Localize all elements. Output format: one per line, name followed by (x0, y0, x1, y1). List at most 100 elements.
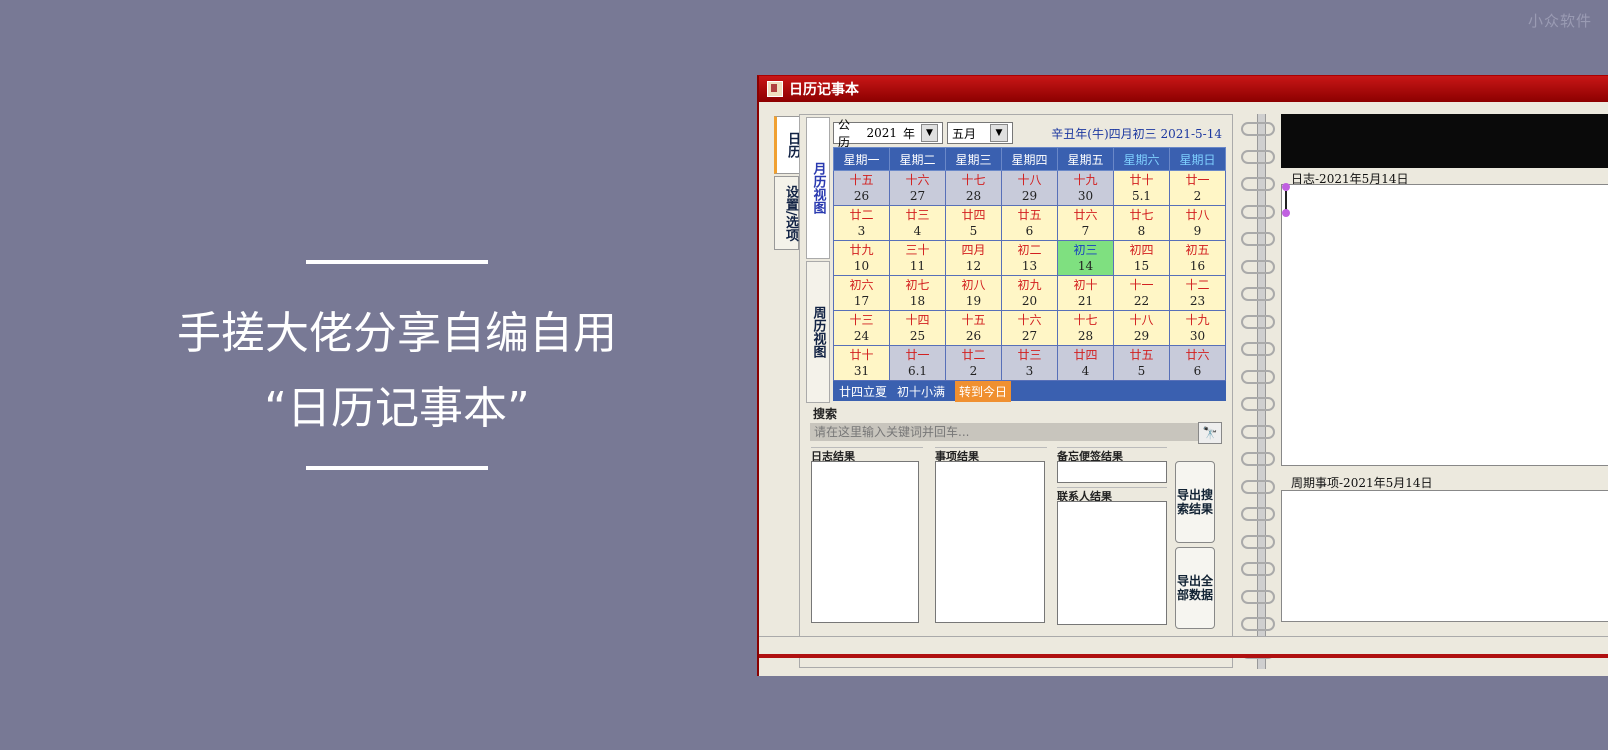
solar-date: 30 (1077, 189, 1094, 203)
chevron-down-icon[interactable]: ▼ (921, 124, 938, 142)
day-cell[interactable]: 初六 17 (833, 275, 890, 311)
binder-ring (1237, 560, 1281, 576)
tab-calendar[interactable]: 日历 (774, 116, 800, 174)
day-cell[interactable]: 廿一 2 (1169, 170, 1226, 206)
day-cell[interactable]: 廿六 6 (1169, 345, 1226, 381)
chevron-down-icon[interactable]: ▼ (990, 124, 1008, 142)
lunar-date: 初九 (1017, 278, 1042, 292)
search-icon[interactable]: 🔭 (1198, 422, 1222, 444)
day-cell[interactable]: 十一 22 (1113, 275, 1170, 311)
day-cell[interactable]: 廿十 5.1 (1113, 170, 1170, 206)
day-cell[interactable]: 四月 12 (945, 240, 1002, 276)
weekday-label: 星期日 (1169, 147, 1226, 171)
day-cell-today[interactable]: 初三 14 (1057, 240, 1114, 276)
day-cell[interactable]: 十四 25 (889, 310, 946, 346)
day-cell[interactable]: 十九 30 (1057, 170, 1114, 206)
day-cell[interactable]: 廿四 5 (945, 205, 1002, 241)
tab-settings[interactable]: 设置/选项 (774, 176, 799, 250)
day-cell[interactable]: 廿八 9 (1169, 205, 1226, 241)
lunar-date: 十五 (961, 313, 986, 327)
selection-handle[interactable] (1282, 183, 1290, 191)
tab-month-view[interactable]: 月历视图 (806, 117, 830, 259)
lunar-date: 十六 (905, 173, 930, 187)
solar-date: 6 (1193, 364, 1202, 378)
day-cell[interactable]: 廿九 10 (833, 240, 890, 276)
day-cell[interactable]: 十七 28 (945, 170, 1002, 206)
weekday-label: 星期一 (833, 147, 890, 171)
day-cell[interactable]: 十五 26 (945, 310, 1002, 346)
day-cell[interactable]: 十三 24 (833, 310, 890, 346)
day-cell[interactable]: 十八 29 (1113, 310, 1170, 346)
ring-loop (1241, 617, 1275, 631)
week-row: 初六 17 初七 18 初八 19 初九 20 初十 21 十一 22 十二 23 (833, 275, 1226, 311)
binder-ring (1237, 313, 1281, 329)
goto-today-button[interactable]: 转到今日 (955, 380, 1012, 402)
ring-loop (1241, 204, 1275, 219)
day-cell[interactable]: 廿五 5 (1113, 345, 1170, 381)
day-cell[interactable]: 初九 20 (1001, 275, 1058, 311)
day-cell[interactable]: 廿三 4 (889, 205, 946, 241)
day-cell[interactable]: 廿三 3 (1001, 345, 1058, 381)
year-select[interactable]: 公历 2021 年 ▼ (833, 118, 943, 149)
notes-area: 日志-2021年5月14日 周期事项-2021年5月14日 (1281, 114, 1608, 669)
lunar-date: 十五 (849, 173, 874, 187)
day-cell[interactable]: 廿十 31 (833, 345, 890, 381)
view-tabs: 月历视图 周历视图 (806, 117, 830, 405)
contact-results-box[interactable] (1057, 501, 1167, 625)
search-input[interactable]: 请在这里输入关键词并回车... (810, 423, 1198, 441)
ring-loop (1241, 342, 1275, 356)
day-cell[interactable]: 十二 23 (1169, 275, 1226, 311)
cycle-items-editor[interactable] (1281, 490, 1608, 622)
app-window: 日历记事本 日历 设置/选项 月历视图 周历视图 公历 2021 年 ▼ 五月 … (757, 75, 1608, 676)
day-cell[interactable]: 廿五 6 (1001, 205, 1058, 241)
day-cell[interactable]: 三十 11 (889, 240, 946, 276)
day-cell[interactable]: 初八 19 (945, 275, 1002, 311)
day-cell[interactable]: 十六 27 (1001, 310, 1058, 346)
day-cell[interactable]: 初十 21 (1057, 275, 1114, 311)
day-cell[interactable]: 十九 30 (1169, 310, 1226, 346)
weekday-label: 星期三 (945, 147, 1002, 171)
binder-ring (1237, 395, 1281, 411)
binder-ring (1237, 368, 1281, 384)
day-cell[interactable]: 十六 27 (889, 170, 946, 206)
day-cell[interactable]: 廿七 8 (1113, 205, 1170, 241)
day-cell[interactable]: 廿一 6.1 (889, 345, 946, 381)
weekday-header: 星期一 星期二 星期三 星期四 星期五 星期六 星期日 (833, 147, 1226, 171)
tab-week-view[interactable]: 周历视图 (806, 261, 830, 403)
day-cell[interactable]: 十七 28 (1057, 310, 1114, 346)
solar-date: 30 (1189, 329, 1206, 343)
solar-date: 26 (965, 329, 982, 343)
header-image (1281, 114, 1608, 168)
day-cell[interactable]: 初四 15 (1113, 240, 1170, 276)
title-bar[interactable]: 日历记事本 (759, 76, 1608, 102)
lunar-date: 廿六 (1073, 208, 1098, 222)
watermark: 小众软件 (1527, 12, 1592, 30)
export-results-button[interactable]: 导出搜索结果 (1175, 461, 1215, 543)
day-cell[interactable]: 廿二 3 (833, 205, 890, 241)
week-row: 十三 24 十四 25 十五 26 十六 27 十七 28 十八 29 十九 30 (833, 310, 1226, 346)
day-cell[interactable]: 廿二 2 (945, 345, 1002, 381)
ring-loop (1241, 369, 1275, 384)
solar-term: 初十小满 (897, 384, 946, 399)
ring-loop (1241, 479, 1275, 494)
ring-loop (1241, 177, 1275, 191)
headline-line2: “日历记事本” (264, 383, 530, 434)
day-cell[interactable]: 十八 29 (1001, 170, 1058, 206)
memo-results-box[interactable] (1057, 461, 1167, 483)
month-select[interactable]: 五月 ▼ (947, 122, 1013, 144)
ring-loop (1241, 534, 1275, 549)
export-all-button[interactable]: 导出全部数据 (1175, 547, 1215, 629)
day-cell[interactable]: 初二 13 (1001, 240, 1058, 276)
binder-ring (1237, 615, 1281, 631)
ring-loop (1241, 287, 1275, 301)
day-cell[interactable]: 十五 26 (833, 170, 890, 206)
lunar-date: 十一 (1129, 278, 1154, 292)
day-cell[interactable]: 廿四 4 (1057, 345, 1114, 381)
diary-editor[interactable] (1281, 183, 1608, 466)
day-cell[interactable]: 初七 18 (889, 275, 946, 311)
selection-handle[interactable] (1282, 209, 1290, 217)
diary-results-box[interactable] (811, 461, 919, 623)
day-cell[interactable]: 廿六 7 (1057, 205, 1114, 241)
day-cell[interactable]: 初五 16 (1169, 240, 1226, 276)
item-results-box[interactable] (935, 461, 1045, 623)
